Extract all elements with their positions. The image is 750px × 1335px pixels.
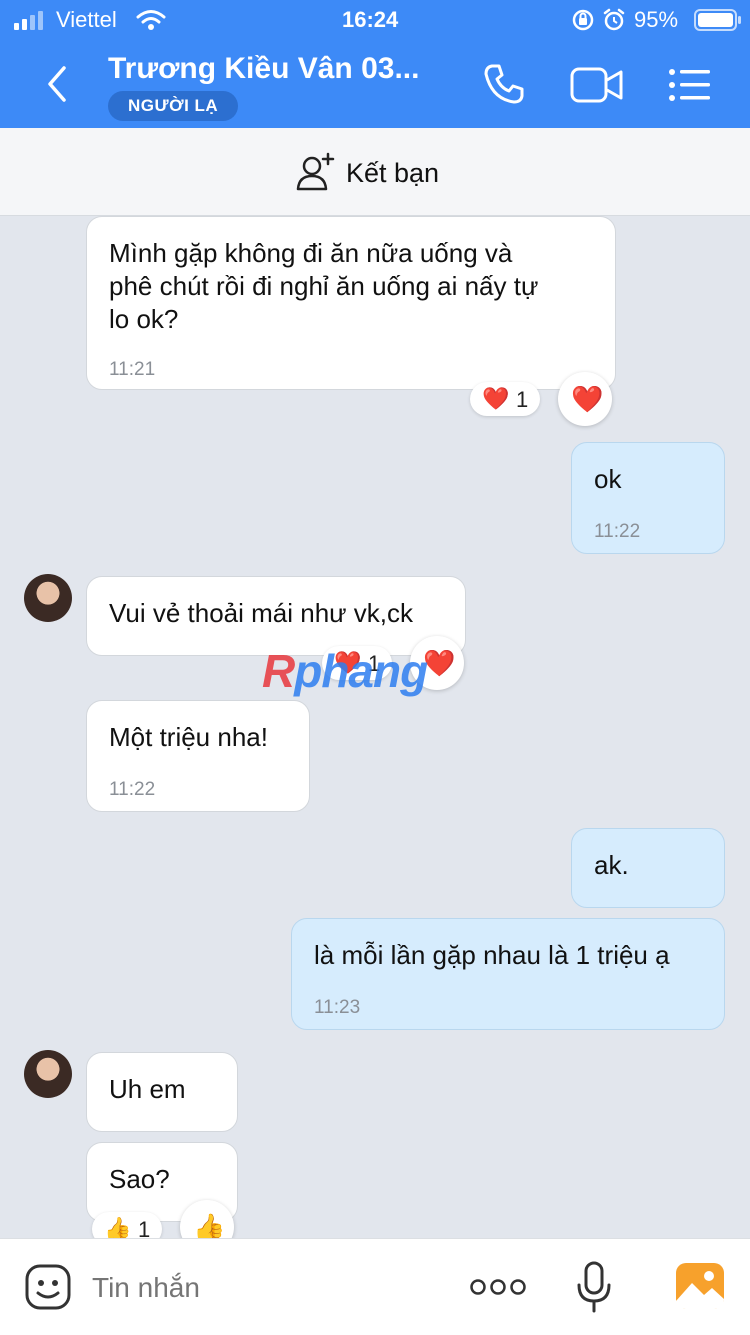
wifi-icon — [136, 10, 166, 30]
chat-header: Trương Kiều Vân 03... NGƯỜI LẠ — [0, 40, 750, 128]
message-text-line: lo ok? — [109, 304, 179, 334]
message-bubble[interactable]: Mình gặp không đi ăn nữa uống và phê chú… — [86, 216, 616, 390]
message-text-line: phê chút rồi đi nghỉ ăn uống ai nấy tự — [109, 271, 539, 301]
message-text: Sao? — [109, 1164, 170, 1194]
message-text: Vui vẻ thoải mái như vk,ck — [109, 598, 414, 628]
thumbs-up-icon: 👍 — [193, 1212, 226, 1238]
add-friend-label: Kết bạn — [346, 158, 440, 188]
message-time: 11:22 — [109, 779, 156, 800]
back-arrow-icon[interactable] — [40, 64, 72, 104]
reaction-count: 1 — [138, 1217, 151, 1238]
microphone-icon[interactable] — [576, 1261, 612, 1313]
contact-name[interactable]: Trương Kiều Vân 03... — [108, 52, 419, 86]
message-text: Uh em — [109, 1074, 186, 1104]
message-text: Một triệu nha! — [109, 722, 268, 752]
clock: 16:24 — [342, 7, 399, 32]
message-time: 11:22 — [594, 521, 641, 542]
signal-icon — [14, 11, 43, 30]
menu-icon[interactable] — [668, 68, 712, 102]
message-time: 11:21 — [109, 359, 156, 380]
message-time: 11:23 — [314, 997, 361, 1018]
video-call-icon[interactable] — [570, 66, 624, 104]
message-bubble[interactable]: là mỗi lần gặp nhau là 1 triệu ạ 11:23 — [291, 918, 725, 1030]
watermark-logo: Rphang — [262, 645, 428, 697]
message-list[interactable]: Mình gặp không đi ăn nữa uống và phê chú… — [0, 216, 750, 1238]
thumbs-up-emoji: 👍 — [104, 1216, 132, 1238]
message-text-line: Mình gặp không đi ăn nữa uống và — [109, 238, 513, 268]
battery-icon — [694, 9, 741, 31]
add-friend-bar: Kết bạn — [0, 128, 750, 216]
phone-icon[interactable] — [482, 62, 526, 106]
more-options-icon[interactable] — [470, 1277, 526, 1297]
message-text: ok — [594, 464, 622, 494]
heart-icon: ❤️ — [423, 648, 456, 678]
stranger-badge: NGƯỜI LẠ — [108, 91, 239, 121]
battery-percent: 95% — [634, 7, 679, 32]
status-bar: Viettel 16:24 95% — [0, 0, 750, 40]
message-input-bar — [0, 1238, 750, 1335]
alarm-icon — [603, 8, 625, 31]
avatar[interactable] — [24, 1050, 72, 1098]
add-user-icon — [296, 152, 335, 191]
message-bubble[interactable]: ak. — [571, 828, 725, 908]
sticker-icon[interactable] — [24, 1263, 72, 1311]
message-bubble[interactable]: ok 11:22 — [571, 442, 725, 554]
rotation-lock-icon — [572, 9, 594, 31]
message-bubble[interactable]: Uh em — [86, 1052, 238, 1132]
reaction-summary[interactable]: 👍 1 — [92, 1212, 162, 1238]
message-input[interactable] — [90, 1263, 434, 1313]
image-gallery-icon[interactable] — [674, 1261, 726, 1311]
carrier-name: Viettel — [56, 7, 117, 32]
reaction-count: 1 — [516, 387, 529, 412]
message-text: là mỗi lần gặp nhau là 1 triệu ạ — [314, 940, 670, 970]
message-text: ak. — [594, 850, 629, 880]
reaction-button[interactable]: ❤️ — [558, 372, 612, 426]
heart-emoji: ❤️ — [482, 386, 510, 411]
heart-icon: ❤️ — [571, 384, 604, 414]
avatar[interactable] — [24, 574, 72, 622]
reaction-summary[interactable]: ❤️ 1 — [470, 382, 540, 416]
message-bubble[interactable]: Một triệu nha! 11:22 — [86, 700, 310, 812]
